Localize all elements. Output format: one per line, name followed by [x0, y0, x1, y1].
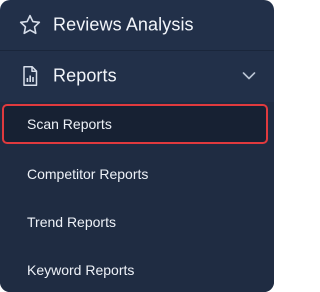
chevron-down-icon[interactable]	[242, 72, 256, 81]
submenu-item-label: Competitor Reports	[27, 166, 149, 182]
nav-item-reports[interactable]: Reports	[0, 51, 274, 101]
submenu-item-label: Trend Reports	[27, 214, 116, 230]
nav-label-reviews-analysis: Reviews Analysis	[53, 14, 194, 35]
sidebar-panel: Reviews Analysis Reports Scan Reports Co…	[0, 0, 274, 292]
submenu-item-keyword-reports[interactable]: Keyword Reports	[0, 247, 274, 292]
nav-item-reviews-analysis[interactable]: Reviews Analysis	[0, 0, 274, 51]
submenu-item-label: Scan Reports	[27, 116, 112, 132]
nav-label-reports: Reports	[53, 65, 117, 86]
star-icon	[19, 14, 41, 35]
submenu-item-label: Keyword Reports	[27, 262, 135, 278]
submenu-item-competitor-reports[interactable]: Competitor Reports	[0, 151, 274, 197]
reports-submenu: Scan Reports Competitor Reports Trend Re…	[0, 102, 274, 292]
report-document-icon	[23, 66, 38, 86]
submenu-item-trend-reports[interactable]: Trend Reports	[0, 199, 274, 245]
submenu-item-scan-reports[interactable]: Scan Reports	[2, 104, 268, 144]
